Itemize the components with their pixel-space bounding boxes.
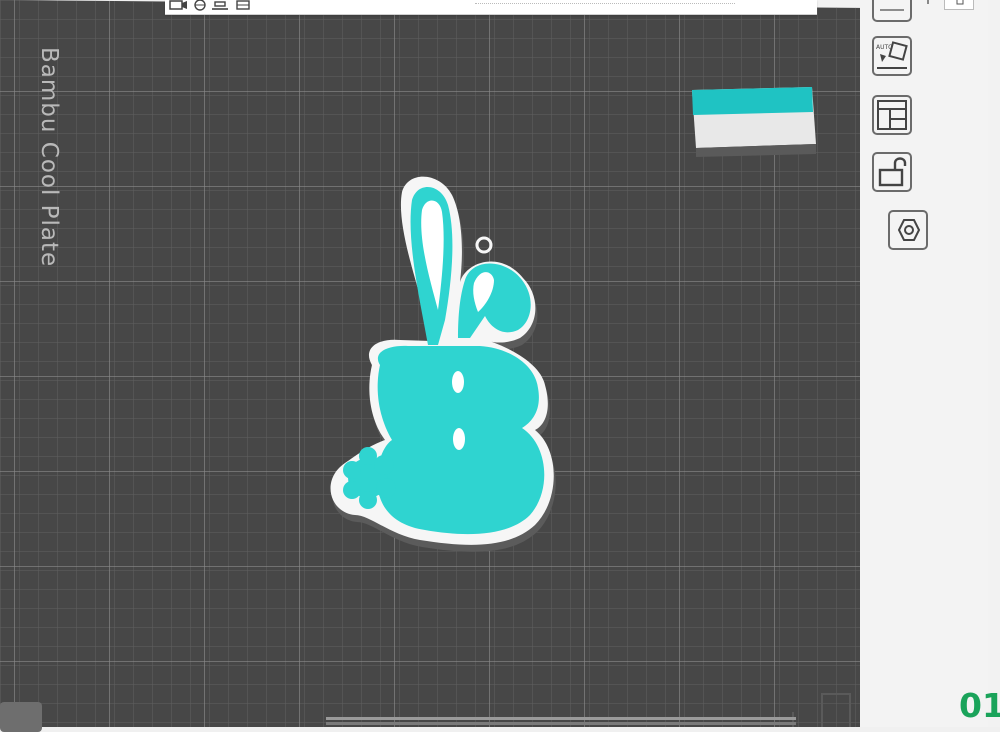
arrange-icon [877, 100, 907, 130]
filament-swatch [692, 87, 816, 157]
corner-panel[interactable] [0, 702, 42, 732]
arrange-button[interactable] [872, 95, 912, 135]
plate-label: Bambu Cool Plate [36, 47, 62, 268]
lock-icon [878, 157, 907, 187]
build-plate-scene[interactable] [0, 0, 1000, 727]
partial-tool-button[interactable] [872, 0, 912, 22]
top-toolbar [165, 0, 817, 15]
bottom-ruler [326, 717, 796, 720]
3d-viewport[interactable]: Bambu Cool Plate [0, 0, 1000, 727]
hexagon-icon [897, 219, 921, 241]
align-icon[interactable] [211, 0, 229, 11]
lock-button[interactable] [872, 152, 912, 192]
hexagon-button[interactable] [888, 210, 928, 250]
toolbar-faded-icons [475, 3, 735, 7]
auto-orient-icon: AUTO [876, 41, 908, 69]
camera-icon[interactable] [169, 0, 189, 11]
globe-icon[interactable] [193, 0, 207, 11]
layer-indicator: 01 [959, 686, 1000, 725]
top-right-button[interactable] [944, 0, 974, 10]
auto-orient-button[interactable]: AUTO [872, 36, 912, 76]
layers-icon[interactable] [235, 0, 253, 11]
